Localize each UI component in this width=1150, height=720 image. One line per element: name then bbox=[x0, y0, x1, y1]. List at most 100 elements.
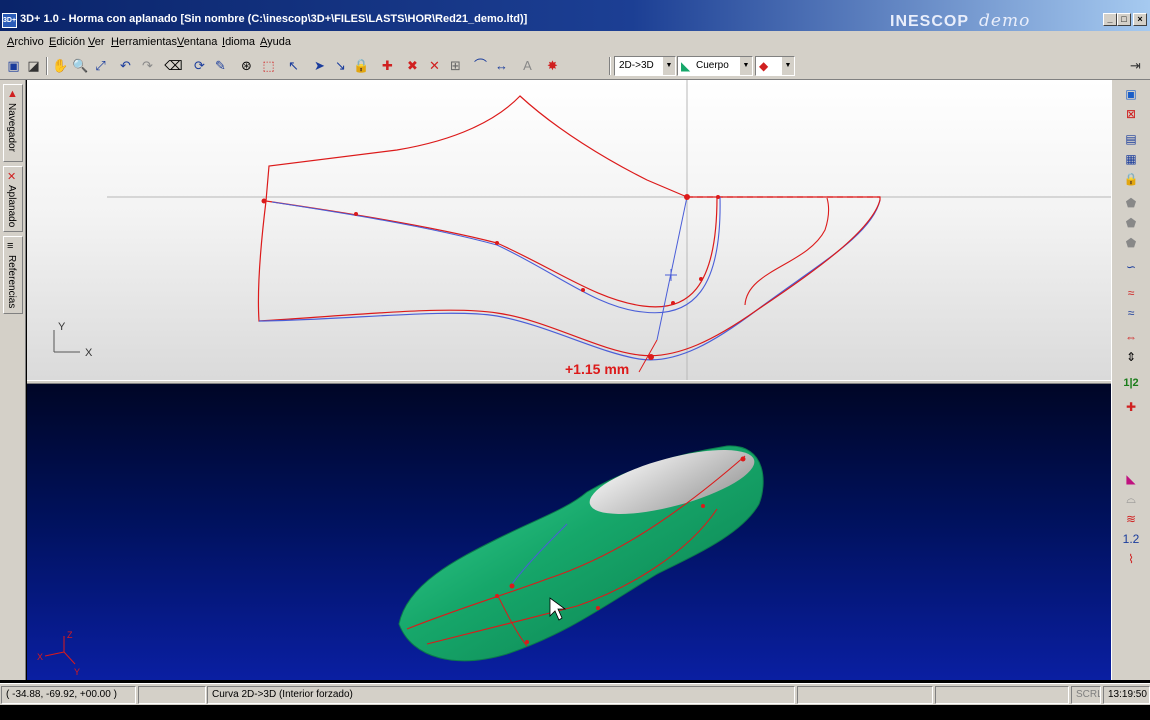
delete-point-icon[interactable]: ✖ bbox=[403, 56, 422, 75]
menu-idioma[interactable]: Idioma bbox=[222, 36, 255, 48]
star-icon[interactable]: ✸ bbox=[543, 56, 562, 75]
measure-icon[interactable]: ⊞ bbox=[446, 56, 465, 75]
maximize-button[interactable]: □ bbox=[1117, 13, 1131, 26]
title-bar: 3D+ 3D+ 1.0 - Horma con aplanado [Sin no… bbox=[0, 0, 1150, 31]
layers-icon[interactable]: ▦ bbox=[1121, 150, 1141, 168]
inner-vamp-curve-blue bbox=[271, 196, 721, 314]
horizontal-measure-icon[interactable]: ⇔ bbox=[1121, 328, 1141, 346]
pan-hand-icon[interactable]: ✋ bbox=[51, 56, 70, 75]
shoe-last-3d-model: Z Y X bbox=[37, 445, 764, 677]
tab-navegador-label: Navegador bbox=[6, 103, 17, 152]
control-point[interactable] bbox=[261, 198, 267, 204]
exit-icon[interactable]: ⇥ bbox=[1126, 56, 1145, 75]
network-icon[interactable]: ⊛ bbox=[237, 56, 256, 75]
text-icon[interactable]: A bbox=[518, 56, 537, 75]
control-point[interactable] bbox=[509, 583, 515, 589]
node-select-icon[interactable]: ⬚ bbox=[259, 56, 278, 75]
control-point[interactable] bbox=[581, 288, 585, 292]
menu-ayuda[interactable]: Ayuda bbox=[260, 36, 291, 48]
menu-bar: Archivo Edición Ver Herramientas Ventana… bbox=[0, 31, 1150, 52]
lock-icon[interactable]: 🔒 bbox=[352, 56, 371, 75]
profile-icon[interactable]: ≋ bbox=[1121, 510, 1141, 528]
control-point[interactable] bbox=[701, 504, 705, 508]
app-icon: 3D+ bbox=[2, 13, 17, 28]
sole-outline-curve bbox=[257, 200, 640, 356]
distance-icon[interactable]: ↔ bbox=[492, 56, 511, 75]
status-bar: ( -34.88, -69.92, +00.00 ) Curva 2D->3D … bbox=[0, 683, 1150, 705]
status-message: Curva 2D->3D (Interior forzado) bbox=[207, 686, 795, 704]
menu-archivo[interactable]: Archivo bbox=[7, 36, 44, 48]
screen-icon[interactable]: ▤ bbox=[1121, 130, 1141, 148]
control-point[interactable] bbox=[684, 194, 690, 200]
toolbar-separator bbox=[46, 57, 48, 75]
brand-name: INESCOP bbox=[890, 13, 970, 30]
control-point[interactable] bbox=[740, 456, 746, 462]
lock-view-icon[interactable]: 🔒 bbox=[1121, 170, 1141, 188]
window-icon[interactable]: ▣ bbox=[1121, 85, 1141, 103]
y-axis-label: Y bbox=[74, 667, 80, 677]
close-button[interactable]: × bbox=[1133, 13, 1147, 26]
heel-icon[interactable]: ◣ bbox=[1121, 470, 1141, 488]
control-point[interactable] bbox=[596, 606, 600, 610]
viewport-3d[interactable]: Z Y X bbox=[27, 384, 1111, 680]
menu-ver[interactable]: Ver bbox=[88, 36, 105, 48]
control-point[interactable] bbox=[671, 301, 675, 305]
curve-view-icon[interactable]: ∽ bbox=[1121, 258, 1141, 276]
curve-red-icon[interactable]: ≈ bbox=[1121, 284, 1141, 302]
vertical-measure-icon[interactable]: ⇕ bbox=[1121, 348, 1141, 366]
shoe-top-icon[interactable]: ⬟ bbox=[1121, 214, 1141, 232]
split-view-icon[interactable]: 1|2 bbox=[1121, 374, 1141, 392]
crosshair-icon[interactable]: ✚ bbox=[1121, 398, 1141, 416]
curve-edit-icon[interactable]: ✎ bbox=[211, 56, 230, 75]
rotate-icon[interactable]: ⟳ bbox=[190, 56, 209, 75]
control-point[interactable] bbox=[495, 594, 499, 598]
fit-view-icon[interactable]: ⊠ bbox=[1121, 105, 1141, 123]
x-axis-label: X bbox=[85, 347, 93, 359]
select-curve-icon[interactable]: ↘ bbox=[331, 56, 350, 75]
control-point[interactable] bbox=[525, 640, 529, 644]
menu-ventana[interactable]: Ventana bbox=[177, 36, 217, 48]
references-icon: ≡ bbox=[7, 240, 14, 252]
menu-edicion[interactable]: Edición bbox=[49, 36, 85, 48]
curve-blue-icon[interactable]: ≈ bbox=[1121, 304, 1141, 322]
tab-aplanado[interactable]: ✕ Aplanado bbox=[3, 166, 23, 232]
zoom-window-icon[interactable]: ⤢ bbox=[91, 56, 110, 75]
pattern-icon[interactable]: ⌇ bbox=[1121, 550, 1141, 568]
eraser-icon[interactable]: ⌫ bbox=[164, 56, 183, 75]
sole-icon[interactable]: ⌓ bbox=[1121, 490, 1141, 508]
tab-referencias[interactable]: ≡ Referencias bbox=[3, 236, 23, 314]
control-point[interactable] bbox=[354, 212, 358, 216]
shoe-icon: ◣ bbox=[681, 59, 691, 73]
chevron-down-icon[interactable]: ▼ bbox=[740, 57, 752, 75]
mode-combo[interactable]: 2D->3D ▼ bbox=[614, 56, 676, 76]
multi-point-icon[interactable]: ✕ bbox=[425, 56, 444, 75]
add-point-icon[interactable]: ✚ bbox=[378, 56, 397, 75]
menu-herramientas[interactable]: Herramientas bbox=[111, 36, 177, 48]
select-arrow-icon[interactable]: ➤ bbox=[310, 56, 329, 75]
chevron-down-icon[interactable]: ▼ bbox=[663, 57, 675, 75]
coordinates-readout: ( -34.88, -69.92, +00.00 ) bbox=[1, 686, 136, 704]
inner-vamp-curve-red bbox=[265, 196, 718, 308]
minimize-button[interactable]: _ bbox=[1103, 13, 1117, 26]
control-point[interactable] bbox=[648, 354, 654, 360]
arrow-node-icon[interactable]: ↖ bbox=[284, 56, 303, 75]
shoe-side-icon[interactable]: ⬟ bbox=[1121, 194, 1141, 212]
shoe-front-icon[interactable]: ⬟ bbox=[1121, 234, 1141, 252]
control-point[interactable] bbox=[716, 195, 720, 199]
offset-curve-icon[interactable]: ⌒ bbox=[471, 56, 490, 75]
viewport-2d[interactable]: Y X +1.15 mm bbox=[27, 80, 1111, 380]
zoom-icon[interactable]: 🔍 bbox=[71, 56, 90, 75]
export-icon[interactable]: ◪ bbox=[24, 56, 43, 75]
color-combo[interactable]: ◆ ▼ bbox=[755, 56, 795, 76]
projection-guide bbox=[656, 196, 688, 341]
redo-icon[interactable]: ↷ bbox=[138, 56, 157, 75]
chevron-down-icon[interactable]: ▼ bbox=[782, 57, 794, 75]
scale-icon[interactable]: 1.2 bbox=[1121, 530, 1141, 548]
tab-navegador[interactable]: ▲ Navegador bbox=[3, 84, 23, 162]
control-point[interactable] bbox=[699, 277, 703, 281]
undo-icon[interactable]: ↶ bbox=[116, 56, 135, 75]
layer-color-icon: ◆ bbox=[759, 59, 769, 73]
control-point[interactable] bbox=[495, 241, 499, 245]
object-combo[interactable]: ◣ Cuerpo ▼ bbox=[677, 56, 753, 76]
save-icon[interactable]: ▣ bbox=[4, 56, 23, 75]
